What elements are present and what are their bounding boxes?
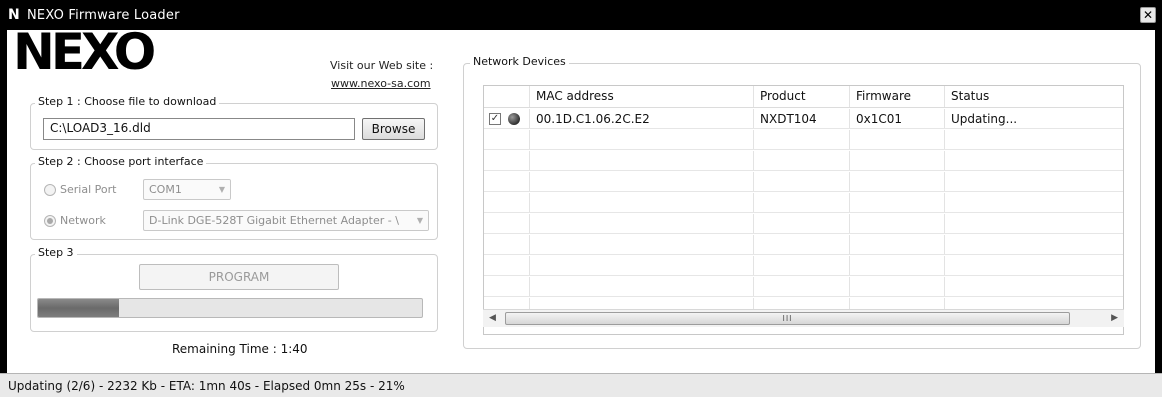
- chevron-down-icon: ▼: [214, 180, 230, 199]
- column-header-select[interactable]: [484, 86, 530, 107]
- table-header: MAC address Product Firmware Status: [484, 86, 1123, 108]
- nexo-logo: NEXO: [13, 23, 156, 81]
- empty-row: [484, 151, 1123, 171]
- device-status-led-icon: [508, 113, 520, 125]
- serial-port-radio[interactable]: [44, 184, 56, 196]
- horizontal-scrollbar[interactable]: ◀ III ▶: [483, 309, 1124, 327]
- step2-legend: Step 2 : Choose port interface: [35, 155, 207, 168]
- column-header-product[interactable]: Product: [754, 86, 850, 107]
- network-radio[interactable]: [44, 215, 56, 227]
- status-bar: Updating (2/6) - 2232 Kb - ETA: 1mn 40s …: [0, 373, 1162, 397]
- program-button[interactable]: PROGRAM: [139, 264, 339, 290]
- step1-legend: Step 1 : Choose file to download: [35, 95, 220, 108]
- empty-row: [484, 256, 1123, 276]
- empty-row: [484, 172, 1123, 192]
- nexo-app-icon: N: [8, 7, 20, 23]
- devices-table[interactable]: MAC address Product Firmware Status ✓ 00…: [483, 85, 1124, 335]
- file-path-input[interactable]: C:\LOAD3_16.dld: [43, 118, 355, 140]
- empty-row: [484, 193, 1123, 213]
- empty-row: [484, 214, 1123, 234]
- cell-status: Updating...: [951, 112, 1018, 126]
- empty-row: [484, 235, 1123, 255]
- cell-mac: 00.1D.C1.06.2C.E2: [530, 109, 754, 128]
- chevron-down-icon: ▼: [412, 211, 428, 230]
- row-select-cell: ✓: [484, 109, 530, 128]
- website-link[interactable]: www.nexo-sa.com: [331, 77, 431, 90]
- remaining-time: Remaining Time : 1:40: [172, 342, 308, 356]
- serial-port-label: Serial Port: [60, 183, 117, 196]
- column-header-mac[interactable]: MAC address: [530, 86, 754, 107]
- step3-legend: Step 3: [35, 246, 77, 259]
- progress-fill: [38, 299, 119, 317]
- close-icon[interactable]: ✕: [1140, 7, 1156, 23]
- title-bar: N NEXO Firmware Loader ✕: [0, 0, 1162, 30]
- network-adapter-value: D-Link DGE-528T Gigabit Ethernet Adapter…: [149, 214, 399, 227]
- window-frame-left: [0, 30, 7, 373]
- program-progress-bar: [37, 298, 423, 318]
- window-title: NEXO Firmware Loader: [27, 7, 180, 23]
- table-row[interactable]: ✓ 00.1D.C1.06.2C.E2 NXDT104 0x1C01 Updat…: [484, 109, 1123, 129]
- cell-product: NXDT104: [754, 109, 850, 128]
- scroll-left-icon[interactable]: ◀: [489, 313, 496, 323]
- browse-button[interactable]: Browse: [362, 118, 425, 140]
- cell-firmware: 0x1C01: [850, 109, 945, 128]
- website-label: Visit our Web site :: [330, 59, 434, 72]
- device-checkbox[interactable]: ✓: [489, 113, 501, 125]
- column-header-firmware[interactable]: Firmware: [850, 86, 945, 107]
- network-adapter-select[interactable]: D-Link DGE-528T Gigabit Ethernet Adapter…: [143, 210, 429, 231]
- serial-port-value: COM1: [149, 183, 182, 196]
- scroll-right-icon[interactable]: ▶: [1111, 313, 1118, 323]
- empty-row: [484, 130, 1123, 150]
- network-devices-legend: Network Devices: [470, 55, 569, 68]
- scroll-thumb[interactable]: III: [505, 312, 1070, 325]
- network-label: Network: [60, 214, 106, 227]
- column-header-status[interactable]: Status: [945, 86, 1123, 107]
- window-frame-right: [1155, 30, 1162, 373]
- empty-row: [484, 277, 1123, 297]
- serial-port-select[interactable]: COM1 ▼: [143, 179, 231, 200]
